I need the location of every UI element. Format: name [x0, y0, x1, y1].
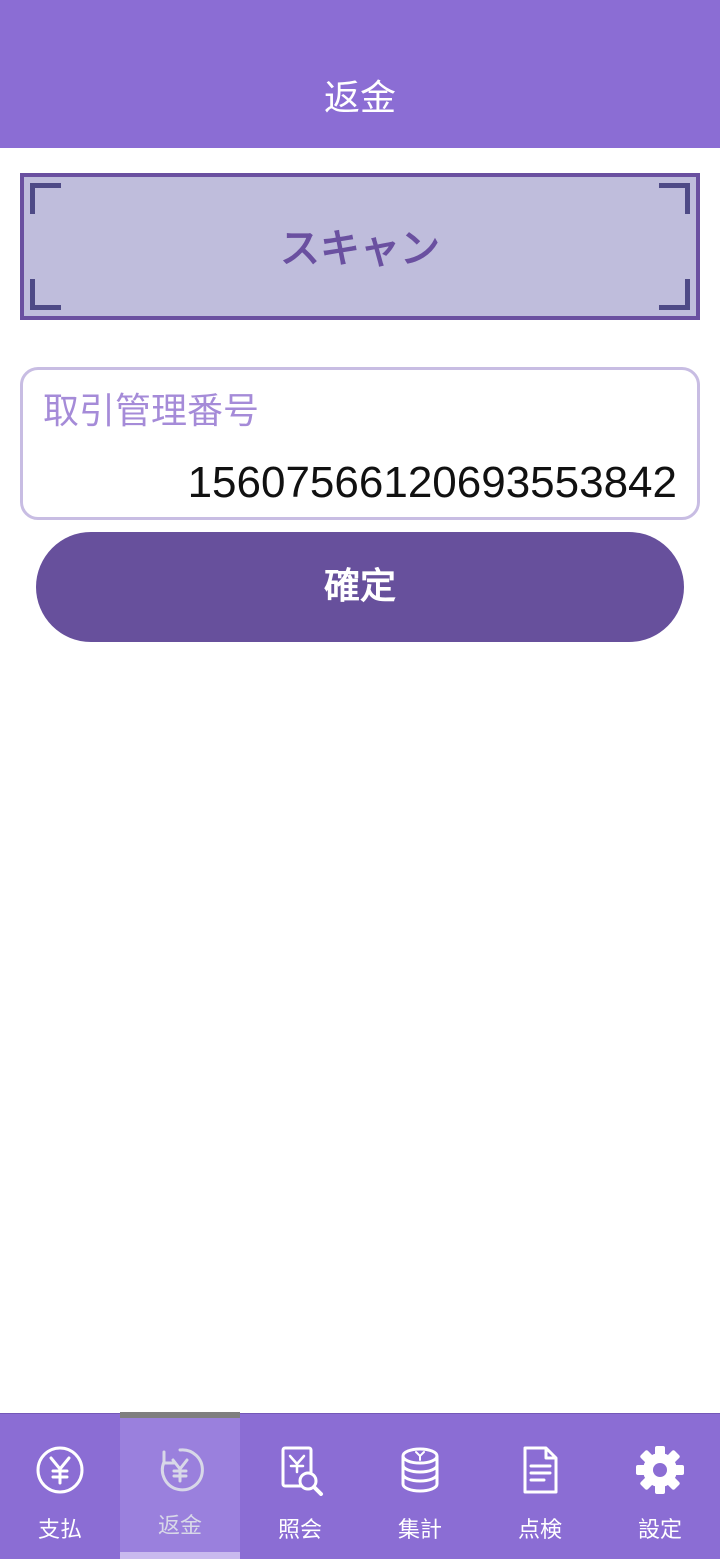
tab-refund[interactable]: 返金 — [120, 1412, 240, 1559]
document-search-icon — [281, 1446, 323, 1496]
tab-settings-label: 設定 — [637, 1518, 682, 1543]
coin-stack-icon — [401, 1447, 439, 1493]
tab-settings[interactable]: 設定 — [600, 1414, 720, 1559]
transaction-number-value[interactable]: 15607566120693553842 — [188, 458, 677, 508]
yen-circle-icon — [36, 1446, 84, 1494]
scan-button-label: スキャン — [280, 226, 440, 272]
header-bar: 返金 — [0, 0, 720, 148]
tab-refund-label: 返金 — [157, 1514, 202, 1539]
yen-refund-icon — [160, 1448, 204, 1492]
scan-frame-corner-bottom-right — [659, 279, 690, 310]
tab-inquiry[interactable]: 照会 — [240, 1414, 360, 1559]
tab-inquiry-label: 照会 — [277, 1518, 322, 1543]
tab-payment-label: 支払 — [37, 1518, 82, 1543]
confirm-button-label: 確定 — [323, 566, 396, 607]
tab-check[interactable]: 点検 — [480, 1414, 600, 1559]
tab-summary-label: 集計 — [397, 1518, 442, 1543]
tab-check-label: 点検 — [517, 1518, 562, 1543]
page-title: 返金 — [323, 78, 396, 119]
gear-icon — [636, 1446, 684, 1494]
tab-payment[interactable]: 支払 — [0, 1414, 120, 1559]
scan-frame-corner-top-right — [659, 183, 690, 214]
bottom-tab-bar: 支払 返金 照会 集計 点検 設定 — [0, 1412, 720, 1559]
scan-button[interactable]: スキャン — [20, 173, 700, 320]
checklist-document-icon — [523, 1446, 558, 1494]
transaction-number-label: 取引管理番号 — [43, 391, 260, 432]
confirm-button[interactable]: 確定 — [36, 532, 684, 642]
transaction-number-field[interactable]: 取引管理番号 15607566120693553842 — [20, 367, 700, 520]
tab-summary[interactable]: 集計 — [360, 1414, 480, 1559]
scan-frame-corner-top-left — [30, 183, 61, 214]
scan-frame-corner-bottom-left — [30, 279, 61, 310]
